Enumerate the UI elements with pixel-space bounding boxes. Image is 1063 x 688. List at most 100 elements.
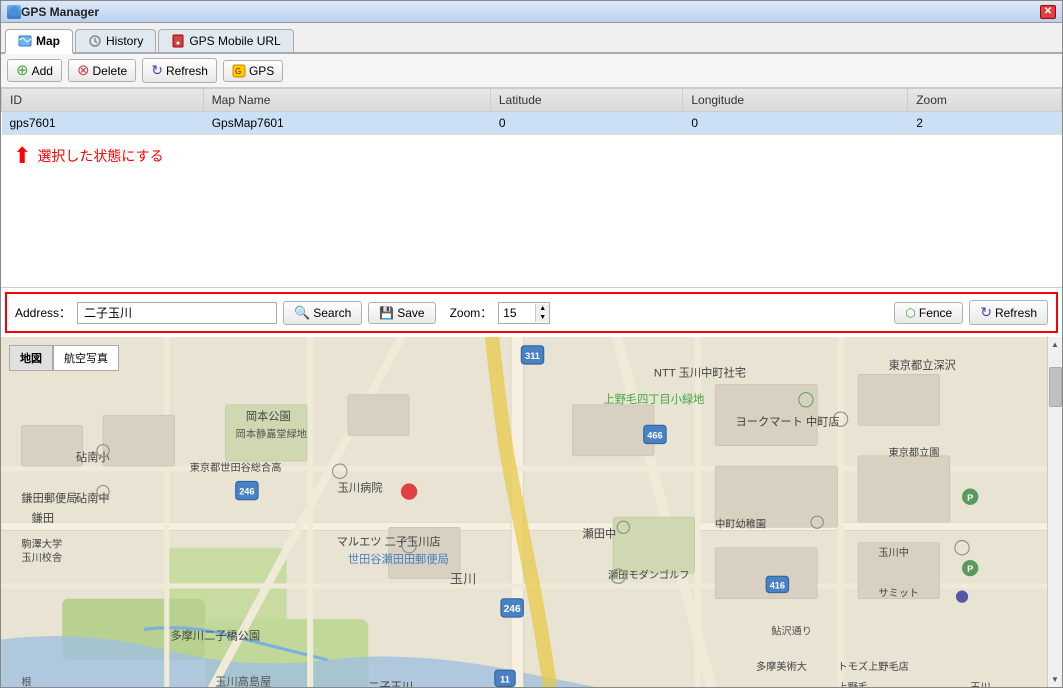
col-latitude: Latitude bbox=[490, 89, 683, 112]
zoom-spinners: ▲ ▼ bbox=[535, 304, 549, 322]
controls-bar: Address： 🔍 Search 💾 Save Zoom： ▲ ▼ ⬡ Fen… bbox=[5, 292, 1058, 333]
svg-text:多摩美術大: 多摩美術大 bbox=[756, 660, 807, 673]
col-id: ID bbox=[2, 89, 204, 112]
gps-icon: G bbox=[232, 64, 246, 78]
map-type-aerial-button[interactable]: 航空写真 bbox=[53, 345, 119, 371]
toolbar: ⊕ Add ⊗ Delete ↻ Refresh G GPS bbox=[1, 54, 1062, 88]
gps-label: GPS bbox=[249, 64, 274, 78]
svg-text:NTT 玉川中町社宅: NTT 玉川中町社宅 bbox=[654, 365, 746, 379]
svg-text:玉川校舎: 玉川校舎 bbox=[21, 551, 62, 564]
svg-text:根: 根 bbox=[21, 675, 31, 687]
svg-text:トモズ上野毛店: トモズ上野毛店 bbox=[838, 660, 909, 673]
svg-text:P: P bbox=[967, 564, 973, 574]
tab-map-label: Map bbox=[36, 34, 60, 48]
svg-text:P: P bbox=[967, 493, 973, 503]
map-refresh-label: Refresh bbox=[995, 306, 1037, 320]
map-refresh-icon: ↻ bbox=[980, 304, 992, 321]
search-icon: 🔍 bbox=[294, 305, 310, 321]
map-type-controls: 地図 航空写真 bbox=[9, 345, 119, 371]
cell-map-name: GpsMap7601 bbox=[203, 112, 490, 135]
tab-history-label: History bbox=[106, 34, 143, 48]
scroll-up-button[interactable]: ▲ bbox=[1051, 337, 1059, 352]
close-button[interactable]: ✕ bbox=[1040, 5, 1056, 19]
save-label: Save bbox=[397, 306, 424, 320]
main-window: GPS Manager ✕ Map History GPS Mobile URL bbox=[0, 0, 1063, 688]
svg-text:玉川病院: 玉川病院 bbox=[338, 481, 383, 495]
tab-gps-mobile-url-label: GPS Mobile URL bbox=[189, 34, 280, 48]
map-area[interactable]: 地図 航空写真 bbox=[1, 337, 1062, 687]
svg-text:玉川: 玉川 bbox=[970, 683, 990, 687]
svg-text:311: 311 bbox=[525, 351, 540, 361]
address-input[interactable] bbox=[77, 302, 277, 324]
tab-map[interactable]: Map bbox=[5, 29, 73, 54]
svg-text:玉川: 玉川 bbox=[450, 571, 477, 586]
map-scrollbar: ▲ ▼ bbox=[1047, 337, 1062, 687]
svg-text:上野毛: 上野毛 bbox=[838, 682, 869, 687]
svg-text:上野毛四丁目小緑地: 上野毛四丁目小緑地 bbox=[603, 392, 704, 406]
fence-button[interactable]: ⬡ Fence bbox=[894, 302, 963, 324]
svg-text:246: 246 bbox=[239, 487, 254, 497]
search-button[interactable]: 🔍 Search bbox=[283, 301, 362, 325]
svg-text:466: 466 bbox=[647, 431, 662, 441]
scroll-down-button[interactable]: ▼ bbox=[1051, 672, 1059, 687]
svg-text:駒澤大学: 駒澤大学 bbox=[21, 538, 62, 551]
address-label: Address： bbox=[15, 304, 71, 321]
delete-button[interactable]: ⊗ Delete bbox=[68, 59, 136, 82]
svg-text:東京都世田谷総合高: 東京都世田谷総合高 bbox=[190, 461, 282, 474]
cell-id: gps7601 bbox=[2, 112, 204, 135]
map-refresh-button[interactable]: ↻ Refresh bbox=[969, 300, 1048, 325]
data-table: ID Map Name Latitude Longitude Zoom gps7… bbox=[1, 88, 1062, 135]
svg-text:鎌田郵便局: 鎌田郵便局 bbox=[21, 491, 77, 505]
col-map-name: Map Name bbox=[203, 89, 490, 112]
window-title: GPS Manager bbox=[21, 5, 99, 19]
svg-text:瀬田中: 瀬田中 bbox=[583, 527, 617, 541]
svg-text:鮎沢通り: 鮎沢通り bbox=[771, 624, 812, 637]
cell-zoom: 2 bbox=[908, 112, 1062, 135]
add-button[interactable]: ⊕ Add bbox=[7, 59, 62, 82]
cell-latitude: 0 bbox=[490, 112, 683, 135]
save-button[interactable]: 💾 Save bbox=[368, 302, 435, 324]
save-icon: 💾 bbox=[379, 306, 394, 320]
cell-longitude: 0 bbox=[683, 112, 908, 135]
svg-text:サミット: サミット bbox=[878, 588, 919, 600]
svg-text:マルエツ 二子玉川店: マルエツ 二子玉川店 bbox=[337, 535, 441, 549]
svg-text:岡本静嘉堂緑地: 岡本静嘉堂緑地 bbox=[236, 428, 307, 441]
refresh-icon: ↻ bbox=[151, 62, 163, 79]
fence-label: Fence bbox=[919, 306, 952, 320]
title-bar: GPS Manager ✕ bbox=[1, 1, 1062, 23]
tab-bar: Map History GPS Mobile URL bbox=[1, 23, 1062, 54]
annotation-area: ⬆ 選択した状態にする bbox=[1, 135, 1062, 177]
svg-text:多摩川二子橋公園: 多摩川二子橋公園 bbox=[170, 629, 260, 643]
zoom-input[interactable] bbox=[499, 303, 535, 323]
svg-text:二子玉川: 二子玉川 bbox=[368, 681, 413, 687]
data-table-area: ID Map Name Latitude Longitude Zoom gps7… bbox=[1, 88, 1062, 288]
zoom-up-button[interactable]: ▲ bbox=[536, 304, 549, 313]
annotation-arrow-icon: ⬆ bbox=[13, 143, 31, 169]
svg-text:東京都立園: 東京都立園 bbox=[889, 446, 940, 459]
zoom-control: ▲ ▼ bbox=[498, 302, 550, 324]
tab-gps-mobile-url[interactable]: GPS Mobile URL bbox=[158, 29, 293, 52]
svg-text:416: 416 bbox=[770, 581, 785, 591]
svg-text:世田谷瀬田田郵便局: 世田谷瀬田田郵便局 bbox=[348, 552, 449, 566]
col-longitude: Longitude bbox=[683, 89, 908, 112]
scroll-thumb[interactable] bbox=[1049, 367, 1062, 407]
window-icon bbox=[7, 5, 21, 19]
zoom-label: Zoom： bbox=[450, 304, 493, 321]
svg-text:鎌田: 鎌田 bbox=[32, 511, 54, 525]
refresh-button[interactable]: ↻ Refresh bbox=[142, 58, 217, 83]
zoom-down-button[interactable]: ▼ bbox=[536, 313, 549, 322]
table-row[interactable]: gps7601 GpsMap7601 0 0 2 bbox=[2, 112, 1062, 135]
add-icon: ⊕ bbox=[16, 63, 29, 78]
add-label: Add bbox=[32, 64, 53, 78]
svg-text:玉川中: 玉川中 bbox=[878, 546, 909, 559]
svg-text:瀬田モダンゴルフ: 瀬田モダンゴルフ bbox=[608, 568, 690, 581]
map-type-map-button[interactable]: 地図 bbox=[9, 345, 53, 371]
delete-icon: ⊗ bbox=[77, 63, 90, 78]
delete-label: Delete bbox=[93, 64, 128, 78]
refresh-label: Refresh bbox=[166, 64, 208, 78]
tab-history[interactable]: History bbox=[75, 29, 156, 52]
svg-text:ヨークマート 中町店: ヨークマート 中町店 bbox=[736, 414, 840, 428]
map-svg: 246 246 311 466 11 416 砧南小 砧南中 鎌田郵便局 鎌田 bbox=[1, 337, 1062, 687]
gps-button[interactable]: G GPS bbox=[223, 60, 283, 82]
svg-text:11: 11 bbox=[500, 674, 510, 684]
